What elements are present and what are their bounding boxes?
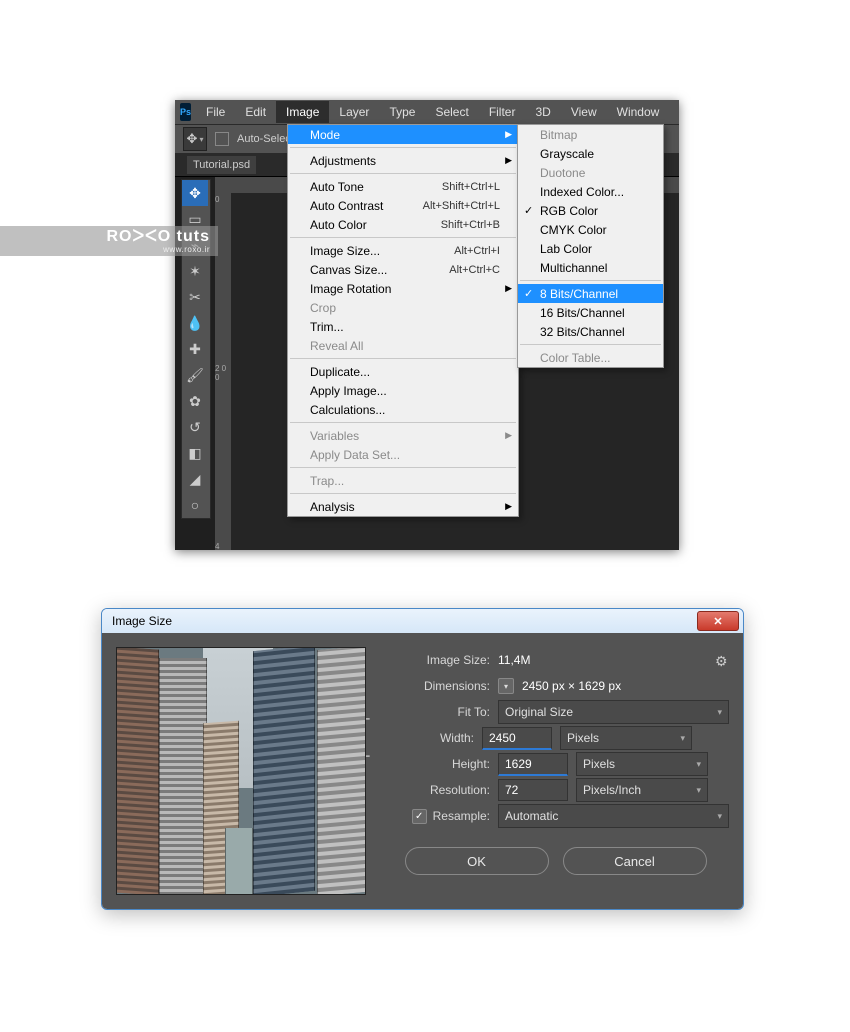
quick-select-tool[interactable]: ✶ (182, 258, 208, 284)
image-menu-item-canvas-size[interactable]: Canvas Size...Alt+Ctrl+C (288, 260, 518, 279)
eraser-tool[interactable]: ◧ (182, 440, 208, 466)
ps-logo-icon: Ps (180, 103, 191, 121)
menu-layer[interactable]: Layer (329, 101, 379, 123)
crop-tool[interactable]: ✂ (182, 284, 208, 310)
resolution-unit-select[interactable]: Pixels/Inch▾ (576, 778, 708, 802)
mode-menu-item-16-bits-channel[interactable]: 16 Bits/Channel (518, 303, 663, 322)
mode-menu-item-rgb-color[interactable]: ✓RGB Color (518, 201, 663, 220)
fit-to-label: Fit To: (382, 705, 490, 719)
image-menu-item-variables: Variables▶ (288, 426, 518, 445)
image-menu-item-mode[interactable]: Mode▶ (288, 125, 518, 144)
submenu-arrow-icon: ▶ (505, 155, 512, 166)
image-menu-item-trap: Trap... (288, 471, 518, 490)
menu-help[interactable]: Help (669, 101, 679, 123)
mode-menu-item-multichannel[interactable]: Multichannel (518, 258, 663, 277)
move-tool-icon[interactable]: ✥▾ (183, 127, 207, 151)
image-menu-item-apply-image[interactable]: Apply Image... (288, 381, 518, 400)
resample-checkbox[interactable]: ✓ (412, 809, 427, 824)
image-menu-item-apply-data-set: Apply Data Set... (288, 445, 518, 464)
submenu-arrow-icon: ▶ (505, 129, 512, 140)
eyedropper-tool[interactable]: 💧 (182, 310, 208, 336)
menu-filter[interactable]: Filter (479, 101, 526, 123)
image-size-value: 11,4M (498, 653, 530, 667)
submenu-arrow-icon: ▶ (505, 283, 512, 294)
preview-thumbnail (116, 647, 366, 895)
image-menu-item-auto-tone[interactable]: Auto ToneShift+Ctrl+L (288, 177, 518, 196)
image-menu-item-crop: Crop (288, 298, 518, 317)
menu-window[interactable]: Window (607, 101, 670, 123)
menu-select[interactable]: Select (425, 101, 478, 123)
document-tab[interactable]: Tutorial.psd (187, 156, 256, 174)
resolution-label: Resolution: (382, 783, 490, 797)
mode-menu-item-bitmap: Bitmap (518, 125, 663, 144)
width-label: Width: (388, 731, 474, 745)
resample-label: Resample: (433, 809, 490, 823)
watermark-url: www.roxo.ir (163, 245, 210, 254)
menu-type[interactable]: Type (379, 101, 425, 123)
brush-tool[interactable]: 🖌 (182, 362, 208, 388)
dialog-titlebar[interactable]: Image Size ✕ (102, 609, 743, 633)
image-menu-item-analysis[interactable]: Analysis▶ (288, 497, 518, 516)
mode-menu-item-color-table: Color Table... (518, 348, 663, 367)
healing-tool[interactable]: ✚ (182, 336, 208, 362)
menubar: Ps FileEditImageLayerTypeSelectFilter3DV… (175, 100, 679, 124)
stamp-tool[interactable]: ✿ (182, 388, 208, 414)
image-menu-item-image-rotation[interactable]: Image Rotation▶ (288, 279, 518, 298)
dialog-close-button[interactable]: ✕ (697, 611, 739, 631)
mode-menu-item-8-bits-channel[interactable]: ✓8 Bits/Channel (518, 284, 663, 303)
menu-view[interactable]: View (561, 101, 607, 123)
check-icon: ✓ (524, 204, 533, 217)
mode-menu-item-cmyk-color[interactable]: CMYK Color (518, 220, 663, 239)
height-label: Height: (382, 757, 490, 771)
gradient-tool[interactable]: ◢ (182, 466, 208, 492)
auto-select-checkbox[interactable] (215, 132, 229, 146)
mode-menu-item-32-bits-channel[interactable]: 32 Bits/Channel (518, 322, 663, 341)
image-menu-item-auto-color[interactable]: Auto ColorShift+Ctrl+B (288, 215, 518, 234)
image-menu-item-calculations[interactable]: Calculations... (288, 400, 518, 419)
history-brush-tool[interactable]: ↺ (182, 414, 208, 440)
resample-select[interactable]: Automatic▾ (498, 804, 729, 828)
menu-image[interactable]: Image (276, 101, 329, 123)
dimensions-disclose[interactable]: ▾ (498, 678, 514, 694)
image-menu-item-reveal-all: Reveal All (288, 336, 518, 355)
image-menu-item-adjustments[interactable]: Adjustments▶ (288, 151, 518, 170)
image-menu-item-image-size[interactable]: Image Size...Alt+Ctrl+I (288, 241, 518, 260)
image-menu-item-duplicate[interactable]: Duplicate... (288, 362, 518, 381)
watermark: ROᐳᐸO tuts www.roxo.ir (0, 226, 218, 256)
image-menu: Mode▶Adjustments▶Auto ToneShift+Ctrl+LAu… (287, 124, 519, 517)
close-icon: ✕ (713, 615, 722, 628)
dialog-title: Image Size (112, 614, 172, 628)
move-tool[interactable]: ✥ (182, 180, 208, 206)
dimensions-value: 2450 px × 1629 px (522, 679, 621, 693)
image-menu-item-trim[interactable]: Trim... (288, 317, 518, 336)
check-icon: ✓ (524, 287, 533, 300)
menu-3d[interactable]: 3D (525, 101, 560, 123)
cancel-button[interactable]: Cancel (563, 847, 707, 875)
menu-file[interactable]: File (196, 101, 235, 123)
dimensions-label: Dimensions: (382, 679, 490, 693)
height-input[interactable]: 1629 (498, 753, 568, 776)
width-input[interactable]: 2450 (482, 727, 552, 750)
mode-menu-item-lab-color[interactable]: Lab Color (518, 239, 663, 258)
fit-to-select[interactable]: Original Size▾ (498, 700, 729, 724)
dodge-tool[interactable]: ○ (182, 492, 208, 518)
mode-menu-item-duotone: Duotone (518, 163, 663, 182)
ok-button[interactable]: OK (405, 847, 549, 875)
image-size-label: Image Size: (382, 653, 490, 667)
mode-menu-item-grayscale[interactable]: Grayscale (518, 144, 663, 163)
resolution-input[interactable]: 72 (498, 779, 568, 801)
image-size-dialog: Image Size ✕ Image Size: 11,4M ⚙ Dimensi… (101, 608, 744, 910)
mode-submenu: BitmapGrayscaleDuotoneIndexed Color...✓R… (517, 124, 664, 368)
width-unit-select[interactable]: Pixels▾ (560, 726, 692, 750)
watermark-brand: ROᐳᐸO tuts (106, 229, 210, 245)
submenu-arrow-icon: ▶ (505, 430, 512, 441)
height-unit-select[interactable]: Pixels▾ (576, 752, 708, 776)
menu-edit[interactable]: Edit (235, 101, 276, 123)
submenu-arrow-icon: ▶ (505, 501, 512, 512)
mode-menu-item-indexed-color[interactable]: Indexed Color... (518, 182, 663, 201)
image-menu-item-auto-contrast[interactable]: Auto ContrastAlt+Shift+Ctrl+L (288, 196, 518, 215)
gear-icon[interactable]: ⚙ (715, 653, 729, 667)
